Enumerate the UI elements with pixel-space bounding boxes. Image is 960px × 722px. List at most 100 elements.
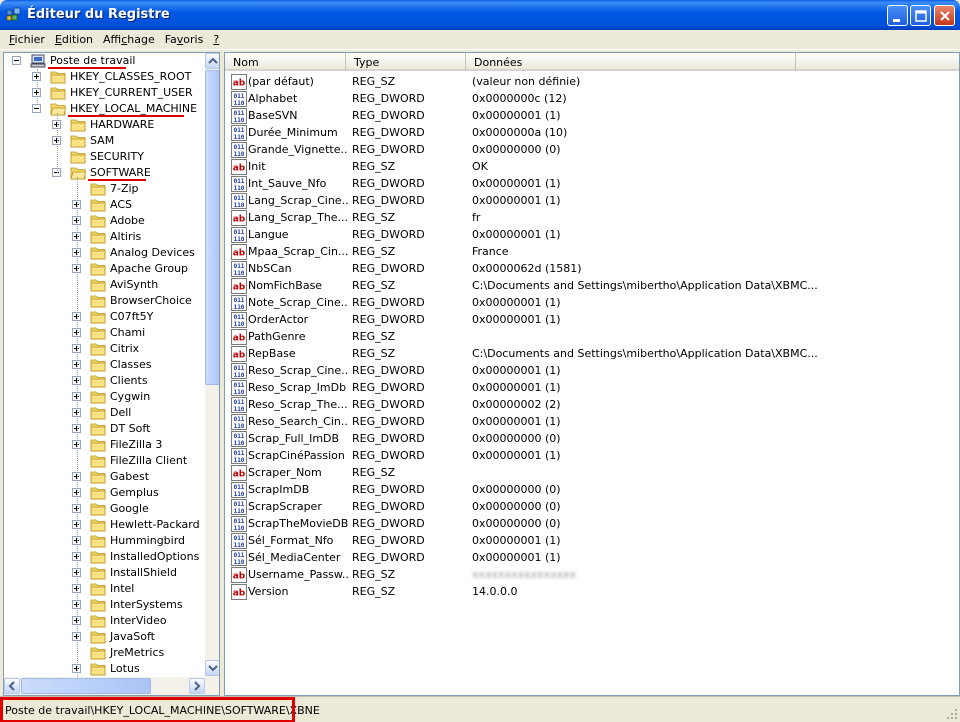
cell-type: REG_DWORD bbox=[352, 92, 425, 105]
table-row[interactable]: 011 110 Sél_Format_Nfo REG_DWORD 0x00000001 … bbox=[225, 532, 959, 549]
collapse-minus-icon[interactable] bbox=[12, 56, 21, 65]
cell-name: Sél_Format_Nfo bbox=[248, 534, 334, 547]
table-row[interactable]: 011 110 ScrapTheMovieDB REG_DWORD 0x00000000… bbox=[225, 515, 959, 532]
table-row[interactable]: 011 110 Int_Sauve_Nfo REG_DWORD 0x00000001 (… bbox=[225, 175, 959, 192]
maximize-button[interactable] bbox=[910, 5, 931, 26]
folder-icon bbox=[90, 550, 106, 564]
table-row[interactable]: 011 110 Reso_Scrap_Cine... REG_DWORD 0x00000… bbox=[225, 362, 959, 379]
cell-data: 0x00000000 (0) bbox=[472, 500, 561, 513]
tree-horizontal-scrollbar[interactable] bbox=[4, 677, 219, 695]
scroll-left-button[interactable] bbox=[4, 678, 20, 694]
folder-icon bbox=[90, 470, 106, 484]
minimize-button[interactable] bbox=[887, 5, 908, 26]
cell-type: REG_DWORD bbox=[352, 364, 425, 377]
scroll-up-button[interactable] bbox=[205, 53, 219, 69]
svg-text:011: 011 bbox=[234, 501, 245, 508]
menu-help[interactable]: ? bbox=[208, 30, 224, 49]
status-highlight-box bbox=[0, 697, 295, 722]
menu-file[interactable]: Fichier bbox=[4, 30, 50, 49]
chevron-up-icon bbox=[208, 57, 218, 64]
menu-favorites[interactable]: Favoris bbox=[160, 30, 209, 49]
table-row[interactable]: 011 110 Reso_Search_Cin... REG_DWORD 0x00000… bbox=[225, 413, 959, 430]
table-row[interactable]: 011 110 ScrapScraper REG_DWORD 0x00000000 (0… bbox=[225, 498, 959, 515]
table-row[interactable]: ab PathGenre REG_SZ bbox=[225, 328, 959, 345]
values-list[interactable]: Nom Type Données ab (par défaut) REG_SZ (va… bbox=[224, 52, 960, 696]
column-header-name[interactable]: Nom bbox=[225, 53, 346, 71]
resize-grip-icon[interactable] bbox=[946, 708, 958, 720]
reg-binary-icon: 011 110 bbox=[231, 261, 247, 277]
table-row[interactable]: ab Mpaa_Scrap_Cin... REG_SZ France bbox=[225, 243, 959, 260]
cell-name: Init bbox=[248, 160, 266, 173]
table-row[interactable]: 011 110 Grande_Vignette... REG_DWORD 0x00000… bbox=[225, 141, 959, 158]
svg-text:011: 011 bbox=[234, 93, 245, 100]
column-header-type[interactable]: Type bbox=[346, 53, 466, 71]
cell-name: NomFichBase bbox=[248, 279, 323, 292]
tree-scroll-thumb[interactable] bbox=[205, 70, 219, 385]
table-row[interactable]: ab Init REG_SZ OK bbox=[225, 158, 959, 175]
svg-text:011: 011 bbox=[234, 195, 245, 202]
menu-edit[interactable]: Edition bbox=[50, 30, 98, 49]
chevron-left-icon bbox=[8, 681, 15, 691]
cell-data: OK bbox=[472, 160, 488, 173]
cell-name: Reso_Scrap_ImDb bbox=[248, 381, 347, 394]
table-row[interactable]: ab Lang_Scrap_The... REG_SZ fr bbox=[225, 209, 959, 226]
tree-node-label: Hewlett-Packard bbox=[110, 518, 200, 531]
column-header-data[interactable]: Données bbox=[466, 53, 796, 71]
expand-plus-icon[interactable] bbox=[32, 88, 41, 97]
tree-vertical-scrollbar[interactable] bbox=[205, 53, 219, 677]
cell-data: 0x00000000 (0) bbox=[472, 143, 561, 156]
reg-binary-icon: 011 110 bbox=[231, 108, 247, 124]
table-row[interactable]: ab (par défaut) REG_SZ (valeur non définie) bbox=[225, 73, 959, 90]
cell-name: RepBase bbox=[248, 347, 296, 360]
computer-icon bbox=[30, 54, 46, 68]
folder-icon bbox=[90, 486, 106, 500]
table-row[interactable]: 011 110 ScrapImDB REG_DWORD 0x00000000 (0) bbox=[225, 481, 959, 498]
table-row[interactable]: 011 110 BaseSVN REG_DWORD 0x00000001 (1) bbox=[225, 107, 959, 124]
tree-node-label: Gemplus bbox=[110, 486, 159, 499]
tree-node-label: Gabest bbox=[110, 470, 150, 483]
svg-text:110: 110 bbox=[234, 321, 245, 328]
table-row[interactable]: ab Username_Passw... REG_SZ xxxxxxxxxxxxxxx… bbox=[225, 566, 959, 583]
expand-plus-icon[interactable] bbox=[32, 72, 41, 81]
table-row[interactable]: ab RepBase REG_SZ C:\Documents and Settings… bbox=[225, 345, 959, 362]
close-button[interactable] bbox=[934, 5, 955, 26]
table-row[interactable]: ab NomFichBase REG_SZ C:\Documents and Sett… bbox=[225, 277, 959, 294]
registry-tree[interactable]: Poste de travail HKEY_CLASSES_ROOT HKEY_CU… bbox=[3, 52, 220, 696]
scroll-right-button[interactable] bbox=[189, 678, 205, 694]
reg-binary-icon: 011 110 bbox=[231, 516, 247, 532]
cell-type: REG_DWORD bbox=[352, 143, 425, 156]
menu-view[interactable]: Affichage bbox=[98, 30, 160, 49]
cell-type: REG_SZ bbox=[352, 75, 396, 88]
chevron-down-icon bbox=[208, 665, 218, 672]
title-bar[interactable]: Éditeur du Registre bbox=[0, 0, 960, 30]
scroll-down-button[interactable] bbox=[205, 660, 219, 676]
cell-data: 0x00000000 (0) bbox=[472, 483, 561, 496]
table-row[interactable]: 011 110 Durée_Minimum REG_DWORD 0x0000000a (… bbox=[225, 124, 959, 141]
table-row[interactable]: ab Version REG_SZ 14.0.0.0 bbox=[225, 583, 959, 600]
table-row[interactable]: 011 110 NbSCan REG_DWORD 0x0000062d (1581) bbox=[225, 260, 959, 277]
tree-node-label: 7-Zip bbox=[110, 182, 139, 195]
table-row[interactable]: 011 110 OrderActor REG_DWORD 0x00000001 (1) bbox=[225, 311, 959, 328]
cell-type: REG_DWORD bbox=[352, 296, 425, 309]
svg-text:110: 110 bbox=[234, 457, 245, 464]
table-row[interactable]: 011 110 ScrapCinéPassion REG_DWORD 0x0000000… bbox=[225, 447, 959, 464]
cell-data: 0x00000001 (1) bbox=[472, 415, 561, 428]
tree-node-label: Analog Devices bbox=[110, 246, 195, 259]
collapse-minus-icon[interactable] bbox=[32, 104, 41, 113]
table-row[interactable]: 011 110 Scrap_Full_ImDB REG_DWORD 0x00000000… bbox=[225, 430, 959, 447]
table-row[interactable]: 011 110 Note_Scrap_Cine... REG_DWORD 0x00000… bbox=[225, 294, 959, 311]
svg-text:110: 110 bbox=[234, 559, 245, 566]
table-row[interactable]: 011 110 Langue REG_DWORD 0x00000001 (1) bbox=[225, 226, 959, 243]
tree-hscroll-thumb[interactable] bbox=[21, 678, 151, 694]
window-title: Éditeur du Registre bbox=[27, 7, 170, 22]
table-row[interactable]: ab Scraper_Nom REG_SZ bbox=[225, 464, 959, 481]
table-row[interactable]: 011 110 Alphabet REG_DWORD 0x0000000c (12) bbox=[225, 90, 959, 107]
table-row[interactable]: 011 110 Sél_MediaCenter REG_DWORD 0x00000001… bbox=[225, 549, 959, 566]
cell-type: REG_DWORD bbox=[352, 483, 425, 496]
table-row[interactable]: 011 110 Reso_Scrap_ImDb REG_DWORD 0x00000001… bbox=[225, 379, 959, 396]
folder-open-icon bbox=[70, 166, 86, 180]
reg-binary-icon: 011 110 bbox=[231, 176, 247, 192]
cell-data: 14.0.0.0 bbox=[472, 585, 518, 598]
table-row[interactable]: 011 110 Lang_Scrap_Cine... REG_DWORD 0x00000… bbox=[225, 192, 959, 209]
table-row[interactable]: 011 110 Reso_Scrap_The... REG_DWORD 0x000000… bbox=[225, 396, 959, 413]
